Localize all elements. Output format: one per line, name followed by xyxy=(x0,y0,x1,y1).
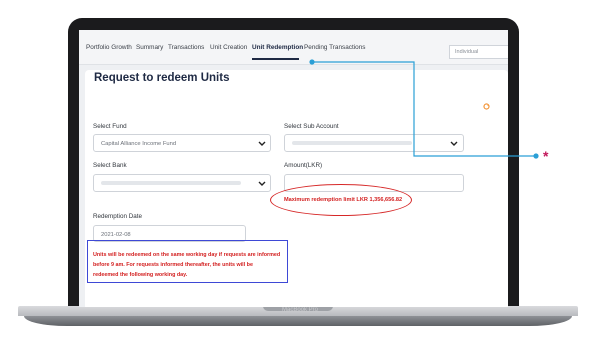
account-type-select[interactable]: Individual xyxy=(449,45,508,59)
tab-unit-redemption[interactable]: Unit Redemption xyxy=(252,44,303,51)
top-navigation: Portfolio Growth Summary Transactions Un… xyxy=(79,30,508,65)
select-bank-label: Select Bank xyxy=(93,162,127,169)
refresh-icon[interactable] xyxy=(483,103,490,110)
annotation-marker: * xyxy=(543,148,549,164)
laptop-brand-label: MacBook Pro xyxy=(281,307,318,313)
tab-transactions[interactable]: Transactions xyxy=(168,44,204,51)
redemption-date-label: Redemption Date xyxy=(93,213,143,220)
tab-pending-transactions[interactable]: Pending Transactions xyxy=(304,44,365,51)
limit-highlight-ellipse xyxy=(270,184,412,216)
redemption-date-value: 2021-02-08 xyxy=(101,232,131,238)
select-fund-dropdown[interactable]: Capital Alliance Income Fund xyxy=(93,134,271,152)
note-highlight-box xyxy=(87,240,288,283)
redacted-bank xyxy=(101,181,241,185)
laptop-base-bottom xyxy=(24,316,572,326)
chevron-down-icon xyxy=(450,141,458,146)
tab-summary[interactable]: Summary xyxy=(136,44,163,51)
chevron-down-icon xyxy=(258,181,266,186)
redacted-sub-account xyxy=(292,141,412,145)
tab-portfolio-growth[interactable]: Portfolio Growth xyxy=(86,44,132,51)
active-tab-indicator xyxy=(252,58,299,60)
callout-dot-icon xyxy=(533,153,539,159)
chevron-down-icon xyxy=(258,141,266,146)
tab-unit-creation[interactable]: Unit Creation xyxy=(210,44,247,51)
select-fund-value: Capital Alliance Income Fund xyxy=(101,141,177,147)
select-sub-account-label: Select Sub Account xyxy=(284,123,339,130)
page-title: Request to redeem Units xyxy=(94,72,230,84)
amount-label: Amount(LKR) xyxy=(284,162,323,169)
select-fund-label: Select Fund xyxy=(93,123,127,130)
